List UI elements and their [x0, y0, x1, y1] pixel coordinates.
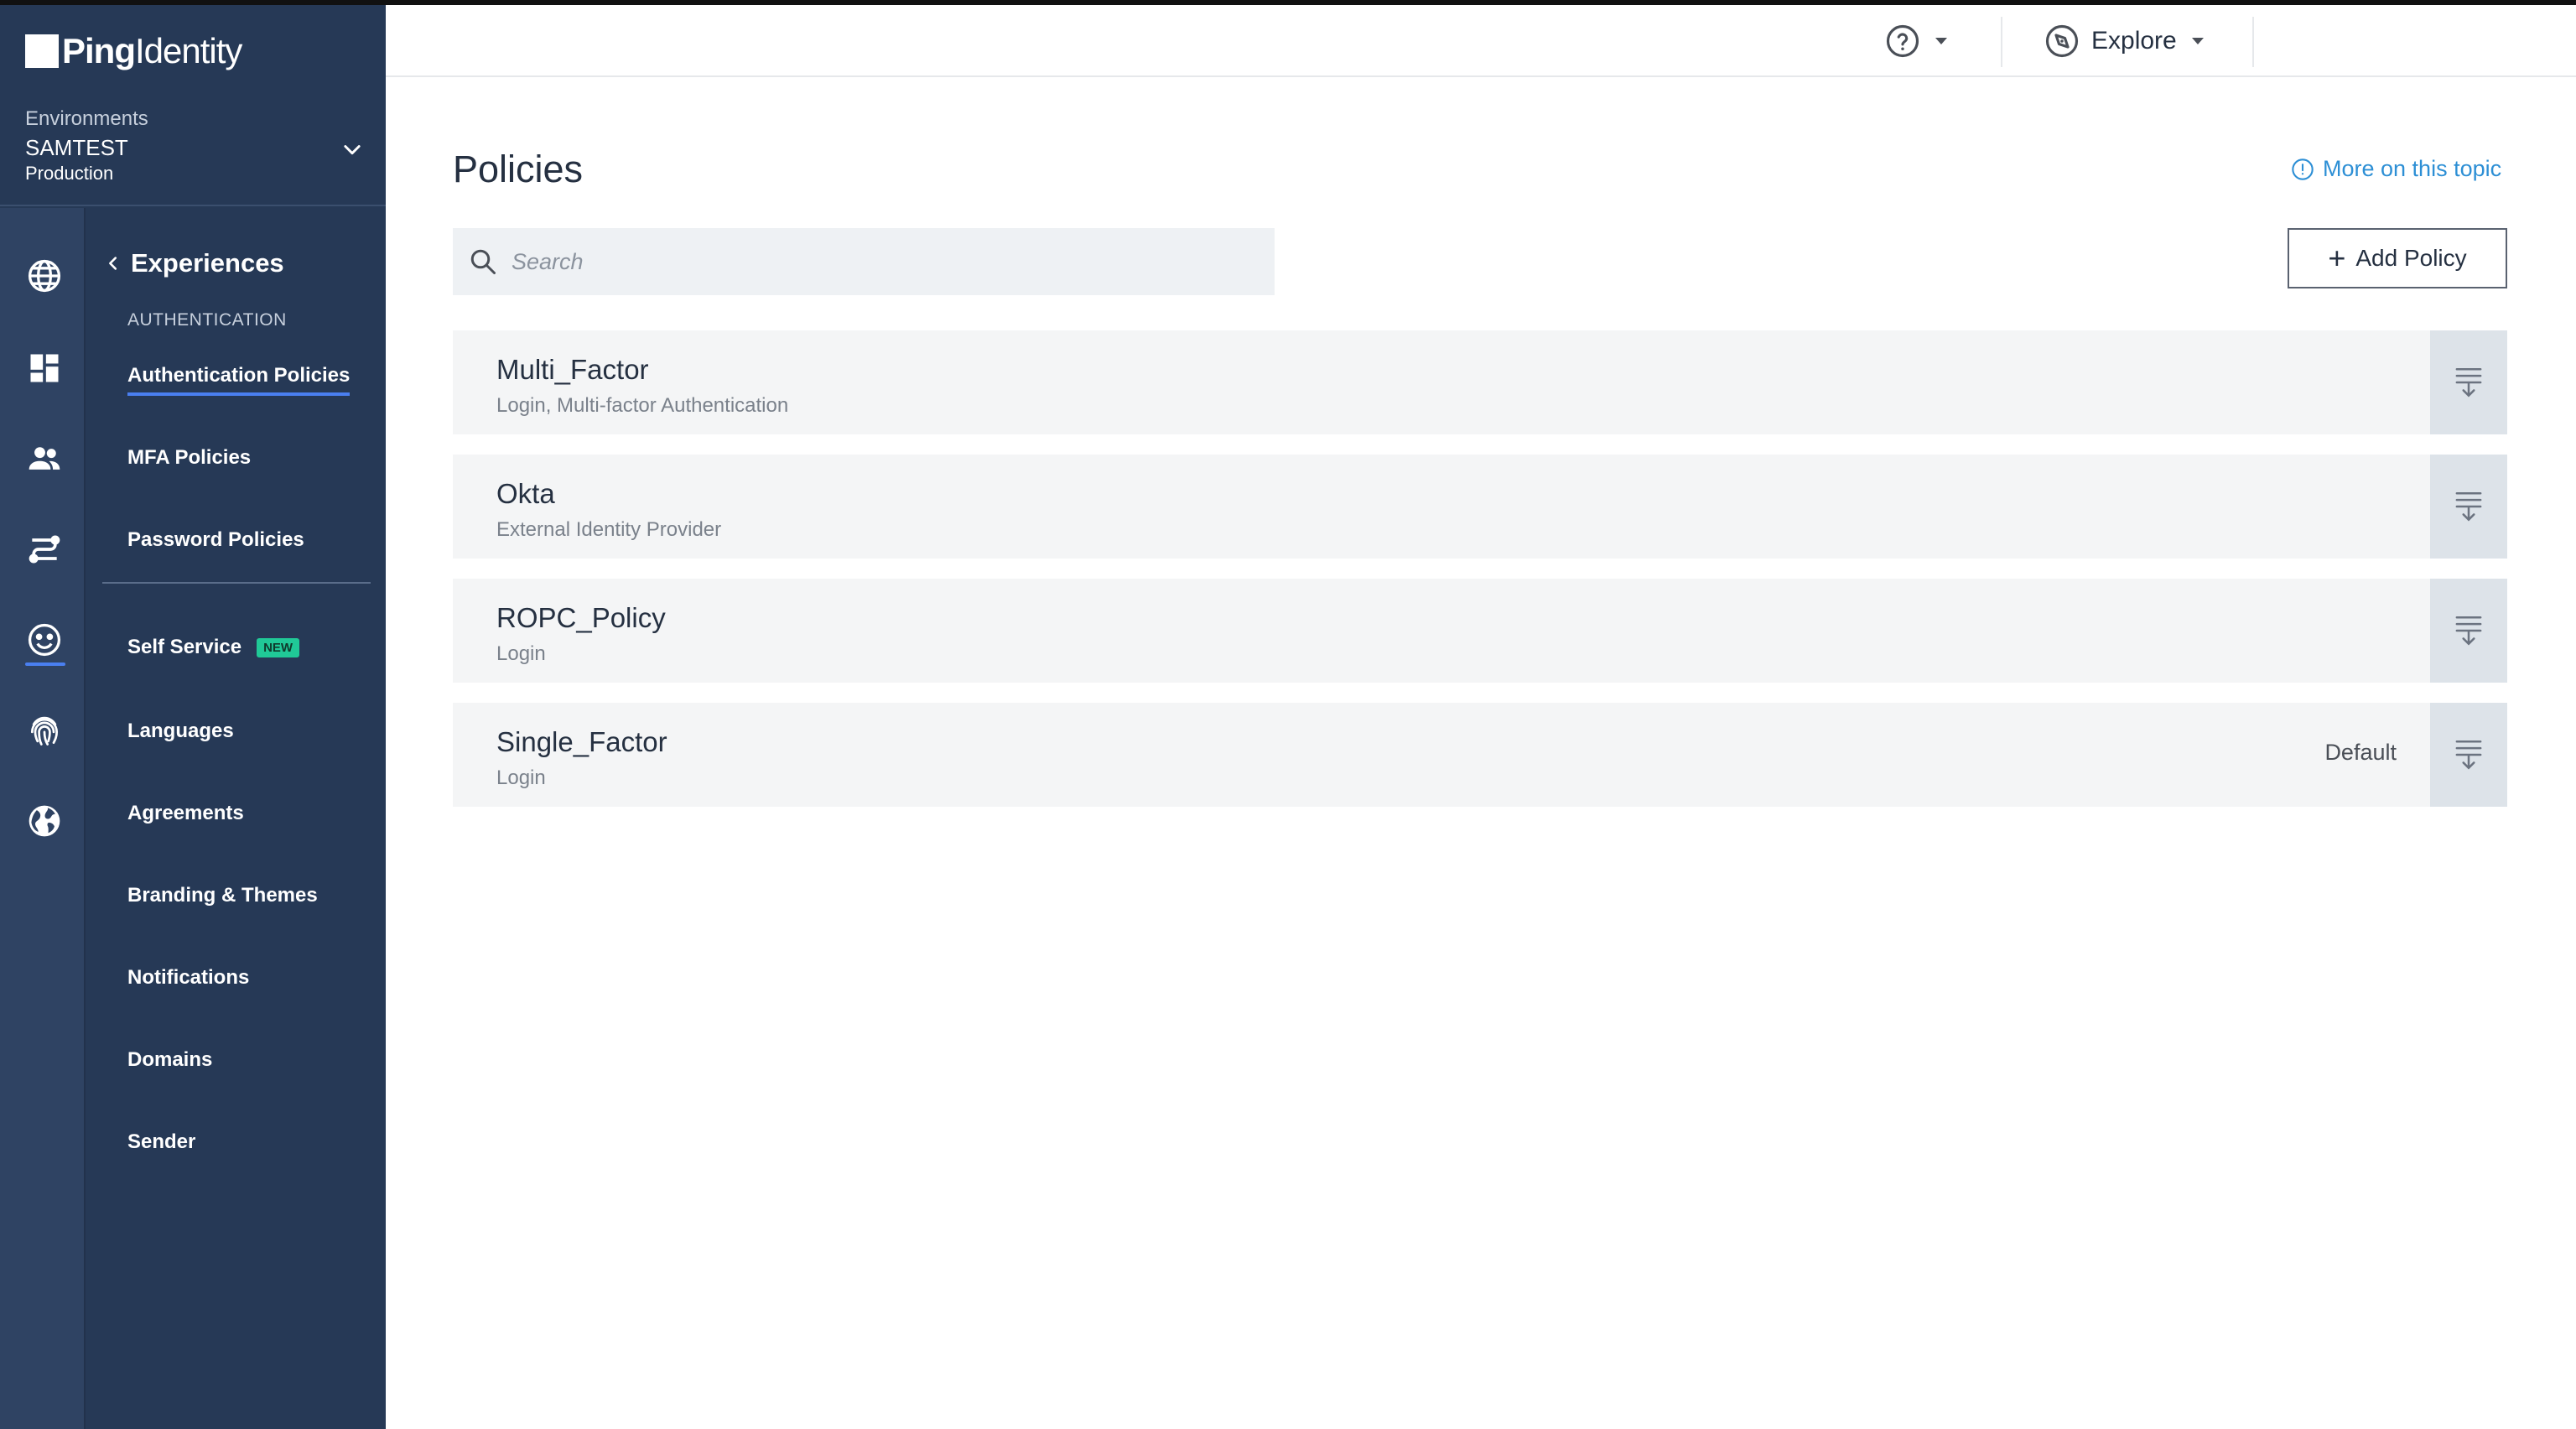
brand-light: Identity — [135, 31, 242, 70]
reorder-handle-icon — [2455, 368, 2482, 398]
icon-rail — [0, 208, 86, 1429]
policy-description: Login, Multi-factor Authentication — [496, 394, 789, 417]
explore-menu-button[interactable]: Explore — [2044, 23, 2204, 59]
reorder-handle-icon — [2455, 740, 2482, 770]
policy-name: Single_Factor — [496, 726, 667, 757]
nav-item-password-policies[interactable]: Password Policies — [127, 528, 304, 552]
search-input[interactable] — [512, 248, 1233, 275]
environment-label: Environments — [25, 107, 148, 130]
policy-row[interactable]: Multi_Factor Login, Multi-factor Authent… — [453, 330, 2507, 434]
connections-icon[interactable] — [23, 528, 65, 570]
back-to-experiences[interactable]: Experiences — [104, 248, 284, 278]
help-circle-icon — [1886, 24, 1919, 58]
more-on-this-topic-link[interactable]: More on this topic — [2291, 156, 2501, 182]
nav-divider — [102, 582, 371, 584]
logo-square-icon — [25, 34, 59, 68]
nav-item-languages[interactable]: Languages — [127, 720, 234, 743]
section-label: AUTHENTICATION — [127, 310, 287, 330]
environment-type: Production — [25, 163, 114, 184]
policy-description: Login — [496, 642, 546, 665]
nav-item-agreements[interactable]: Agreements — [127, 802, 244, 825]
chevron-left-icon — [109, 257, 117, 270]
page-title: Policies — [453, 148, 584, 190]
nav-item-mfa-policies[interactable]: MFA Policies — [127, 446, 251, 470]
policy-name: Okta — [496, 478, 555, 509]
nav-item-self-service[interactable]: Self Service NEW — [127, 636, 300, 659]
nav-item-branding-themes[interactable]: Branding & Themes — [127, 884, 318, 907]
nav-item-domains[interactable]: Domains — [127, 1048, 212, 1072]
nav-item-notifications[interactable]: Notifications — [127, 966, 249, 990]
policy-row[interactable]: ROPC_Policy Login — [453, 579, 2507, 683]
nav-item-authentication-policies[interactable]: Authentication Policies — [127, 364, 351, 396]
dashboard-icon[interactable] — [23, 347, 65, 389]
environment-name: SAMTEST — [25, 135, 128, 160]
reorder-handle-icon — [2455, 492, 2482, 522]
environment-selector[interactable]: Environments SAMTEST Production — [0, 89, 386, 206]
reorder-handle[interactable] — [2430, 579, 2507, 683]
new-badge: NEW — [257, 638, 300, 658]
reorder-handle[interactable] — [2430, 455, 2507, 559]
explore-label: Explore — [2091, 27, 2177, 55]
topbar-separator — [2252, 17, 2254, 67]
add-policy-label: Add Policy — [2355, 245, 2467, 271]
default-tag: Default — [2324, 740, 2397, 765]
top-bar: Explore — [386, 5, 2576, 77]
policy-description: Login — [496, 766, 546, 789]
smiley-icon[interactable] — [23, 619, 65, 661]
info-icon — [2292, 158, 2314, 180]
search-box — [453, 228, 1275, 295]
nav-item-sender[interactable]: Sender — [127, 1130, 195, 1154]
caret-down-icon — [2191, 38, 2204, 44]
rail-active-indicator — [25, 663, 65, 666]
plus-icon: + — [2328, 241, 2346, 275]
add-policy-button[interactable]: + Add Policy — [2288, 228, 2507, 288]
sidebar: PingIdentity Environments SAMTEST Produc… — [0, 5, 386, 1429]
caret-down-icon — [1935, 38, 1947, 44]
reorder-handle[interactable] — [2430, 703, 2507, 807]
brand-logo[interactable]: PingIdentity — [25, 30, 242, 72]
brand-bold: Ping — [62, 31, 136, 70]
nav-item-label: Self Service — [127, 636, 242, 658]
reorder-handle[interactable] — [2430, 330, 2507, 434]
users-icon[interactable] — [23, 438, 65, 480]
reorder-handle-icon — [2455, 616, 2482, 646]
help-menu-button[interactable] — [1885, 23, 1947, 59]
topbar-separator — [2001, 17, 2002, 67]
fingerprint-icon[interactable] — [23, 709, 65, 751]
compass-icon — [2045, 24, 2079, 58]
world-icon[interactable] — [23, 800, 65, 842]
policy-name: Multi_Factor — [496, 354, 649, 385]
more-link-label: More on this topic — [2323, 156, 2502, 181]
back-label: Experiences — [131, 248, 284, 278]
search-icon — [470, 249, 496, 274]
chevron-down-icon — [344, 145, 361, 155]
sub-navigation: Experiences AUTHENTICATION Authenticatio… — [86, 208, 386, 1429]
policy-row[interactable]: Single_Factor Login Default — [453, 703, 2507, 807]
policy-description: External Identity Provider — [496, 518, 722, 541]
policy-name: ROPC_Policy — [496, 602, 666, 633]
globe-grid-icon[interactable] — [23, 255, 65, 297]
policy-row[interactable]: Okta External Identity Provider — [453, 455, 2507, 559]
